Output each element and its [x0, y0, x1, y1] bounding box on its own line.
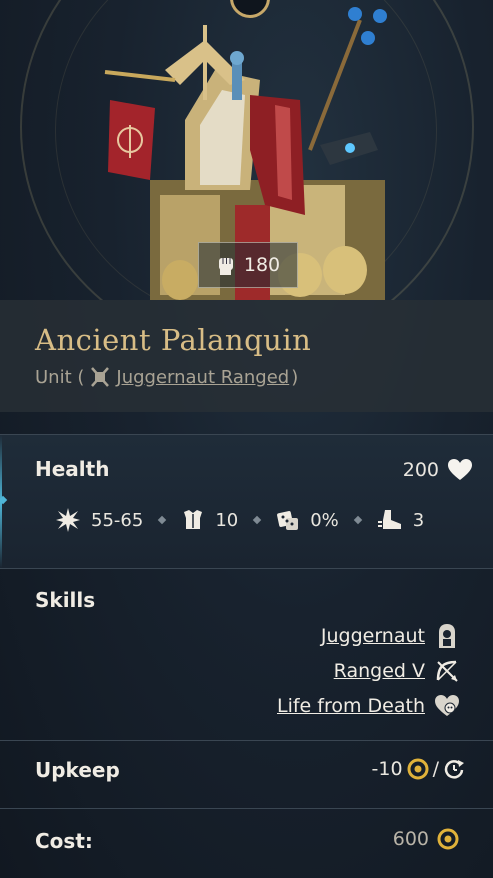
- stat-damage-value: 55-65: [91, 509, 144, 531]
- stat-defense: 10: [181, 508, 238, 532]
- stat-chance-value: 0%: [310, 509, 339, 531]
- cost-number: 600: [392, 828, 429, 850]
- skill-life-from-death[interactable]: Life from Death: [277, 692, 461, 719]
- unit-name: Ancient Palanquin: [35, 323, 312, 357]
- stat-separator: [252, 515, 262, 525]
- skill-label[interactable]: Life from Death: [277, 695, 425, 717]
- bow-icon: [433, 657, 461, 685]
- power-badge: 180: [198, 242, 298, 288]
- unit-portrait: 180: [0, 0, 493, 300]
- dice-icon: [276, 508, 300, 532]
- power-value: 180: [243, 254, 281, 276]
- health-number: 200: [402, 459, 439, 481]
- skill-juggernaut[interactable]: Juggernaut: [321, 622, 461, 649]
- unit-type-suffix: ): [291, 366, 299, 388]
- divider: [0, 740, 493, 741]
- turn-icon: [443, 758, 465, 780]
- cost-label: Cost:: [35, 829, 93, 853]
- upkeep-separator: /: [432, 758, 439, 780]
- skills-list: Juggernaut Ranged V Life from Death: [277, 622, 461, 719]
- health-value: 200: [403, 458, 473, 482]
- boot-icon: [377, 508, 403, 532]
- gold-coin-icon: [437, 828, 459, 850]
- upkeep-label: Upkeep: [35, 758, 120, 782]
- unit-type-prefix: Unit (: [35, 366, 85, 388]
- health-section: [0, 435, 493, 568]
- stat-defense-value: 10: [215, 509, 239, 531]
- fist-icon: [216, 254, 236, 276]
- stat-separator: [158, 515, 167, 525]
- unit-type-link[interactable]: Juggernaut Ranged: [116, 367, 289, 388]
- skills-label: Skills: [35, 588, 96, 612]
- skill-ranged-v[interactable]: Ranged V: [334, 657, 461, 684]
- divider: [0, 568, 493, 569]
- juggernaut-icon: [433, 622, 461, 650]
- skill-label[interactable]: Ranged V: [334, 660, 425, 682]
- stat-movement: 3: [377, 508, 424, 532]
- stat-separator: [353, 515, 363, 525]
- skill-label[interactable]: Juggernaut: [321, 625, 425, 647]
- gold-coin-icon: [407, 758, 429, 780]
- divider: [0, 808, 493, 809]
- armor-icon: [181, 508, 205, 532]
- cost-value: 600: [393, 828, 459, 850]
- unit-card: 180 Ancient Palanquin Unit ( Juggernaut …: [0, 0, 493, 878]
- stat-damage: 55-65: [55, 507, 143, 533]
- unit-type: Unit ( Juggernaut Ranged ): [35, 365, 298, 389]
- burst-icon: [55, 507, 81, 533]
- stat-chance: 0%: [276, 508, 339, 532]
- health-label: Health: [35, 457, 110, 481]
- juggernaut-ranged-icon: [86, 365, 114, 389]
- upkeep-number: -10: [371, 758, 403, 780]
- heart-skull-icon: [433, 692, 461, 720]
- heart-icon: [447, 458, 473, 482]
- stat-movement-value: 3: [412, 509, 425, 531]
- stats-row: 55-65 10 0% 3: [55, 505, 424, 535]
- upkeep-value: -10 /: [372, 758, 465, 780]
